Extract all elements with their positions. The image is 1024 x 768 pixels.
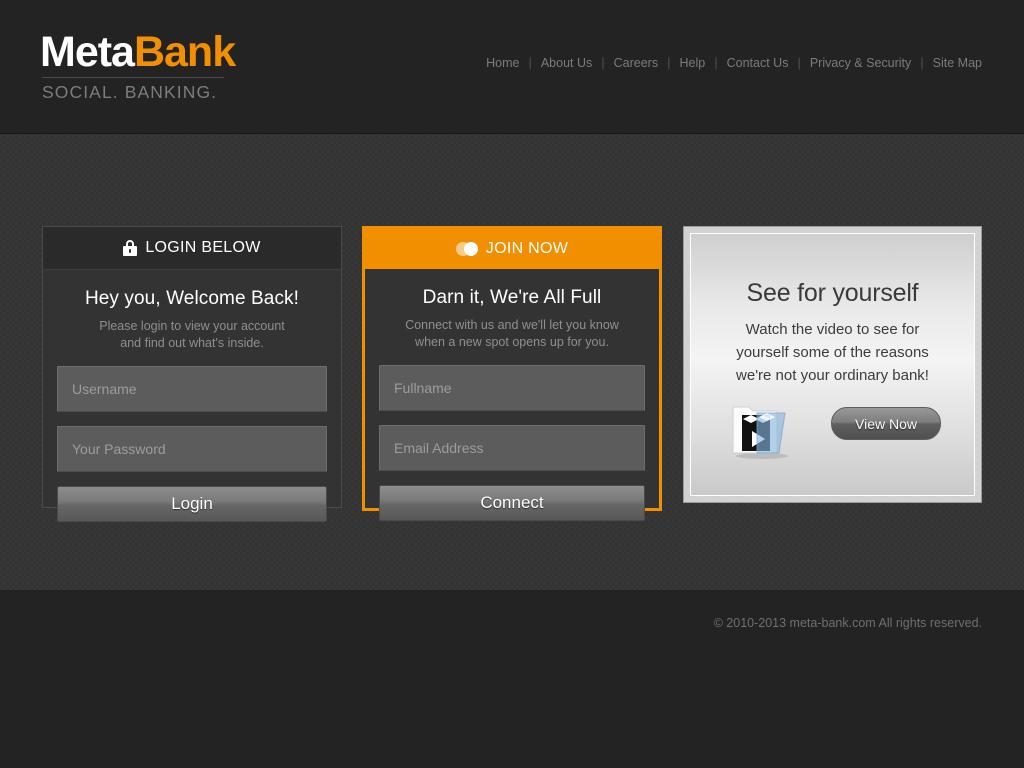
nav-link-contact-us[interactable]: Contact Us	[718, 55, 798, 71]
join-subtitle-line-2: when a new spot opens up for you.	[415, 335, 609, 349]
logo-tagline: SOCIAL. BANKING.	[42, 82, 218, 102]
nav-link-home[interactable]: Home	[486, 55, 528, 71]
join-subtitle-line-1: Connect with us and we'll let you know	[405, 318, 619, 332]
logo-wordmark: MetaBank	[40, 30, 270, 74]
fullname-input[interactable]	[379, 365, 645, 411]
people-icon	[455, 242, 478, 256]
login-panel-title: Hey you, Welcome Back!	[84, 288, 300, 309]
username-input[interactable]	[57, 366, 327, 412]
video-panel: See for yourself Watch the video to see …	[683, 226, 982, 503]
connect-button[interactable]: Connect	[379, 485, 645, 521]
login-subtitle-line-2: and find out what's inside.	[120, 336, 264, 350]
nav-link-about-us[interactable]: About Us	[532, 55, 601, 71]
site-header: MetaBank SOCIAL. BANKING. Home | About U…	[0, 0, 1024, 133]
nav-link-help[interactable]: Help	[671, 55, 715, 71]
join-panel-header-label: JOIN NOW	[485, 240, 569, 257]
video-panel-inner: See for yourself Watch the video to see …	[690, 233, 975, 496]
video-clapperboard-icon	[732, 406, 788, 459]
nav-link-privacy-security[interactable]: Privacy & Security	[801, 55, 920, 71]
lock-icon	[123, 240, 138, 256]
login-panel-subtitle: Please login to view your account and fi…	[57, 310, 327, 352]
join-panel-title: Darn it, We're All Full	[422, 287, 602, 308]
nav-link-careers[interactable]: Careers	[605, 55, 667, 71]
video-desc-line-1: Watch the video to see for	[745, 321, 920, 338]
logo-text-meta: Meta	[40, 28, 135, 76]
video-desc-line-3: we're not your ordinary bank!	[736, 367, 929, 384]
video-panel-title: See for yourself	[746, 279, 919, 307]
join-panel: JOIN NOW Darn it, We're All Full Connect…	[362, 226, 662, 521]
login-subtitle-line-1: Please login to view your account	[99, 319, 285, 333]
page-root: MetaBank SOCIAL. BANKING. Home | About U…	[0, 0, 1024, 768]
video-desc-line-2: yourself some of the reasons	[736, 344, 929, 361]
video-panel-actions: View Now	[691, 387, 974, 467]
login-panel: LOGIN BELOW Hey you, Welcome Back! Pleas…	[42, 226, 342, 522]
panels-row: LOGIN BELOW Hey you, Welcome Back! Pleas…	[0, 226, 1024, 522]
login-panel-body: Hey you, Welcome Back! Please login to v…	[43, 270, 341, 536]
login-panel-header: LOGIN BELOW	[43, 227, 341, 270]
site-footer: © 2010-2013 meta-bank.com All rights res…	[0, 590, 1024, 768]
logo-text-bank: Bank	[133, 28, 236, 76]
join-panel-subtitle: Connect with us and we'll let you know w…	[379, 309, 645, 351]
site-logo[interactable]: MetaBank SOCIAL. BANKING.	[40, 30, 270, 102]
main-navigation: Home | About Us | Careers | Help | Conta…	[486, 55, 982, 71]
view-now-button[interactable]: View Now	[831, 407, 941, 440]
email-input[interactable]	[379, 425, 645, 471]
join-panel-body: Darn it, We're All Full Connect with us …	[365, 269, 659, 535]
nav-link-site-map[interactable]: Site Map	[924, 55, 982, 71]
password-input[interactable]	[57, 426, 327, 472]
video-panel-description: Watch the video to see for yourself some…	[691, 308, 974, 387]
footer-copyright: © 2010-2013 meta-bank.com All rights res…	[713, 616, 982, 630]
login-panel-header-label: LOGIN BELOW	[145, 239, 261, 256]
logo-divider	[42, 77, 224, 78]
login-button[interactable]: Login	[57, 486, 327, 522]
join-panel-header: JOIN NOW	[365, 229, 659, 269]
